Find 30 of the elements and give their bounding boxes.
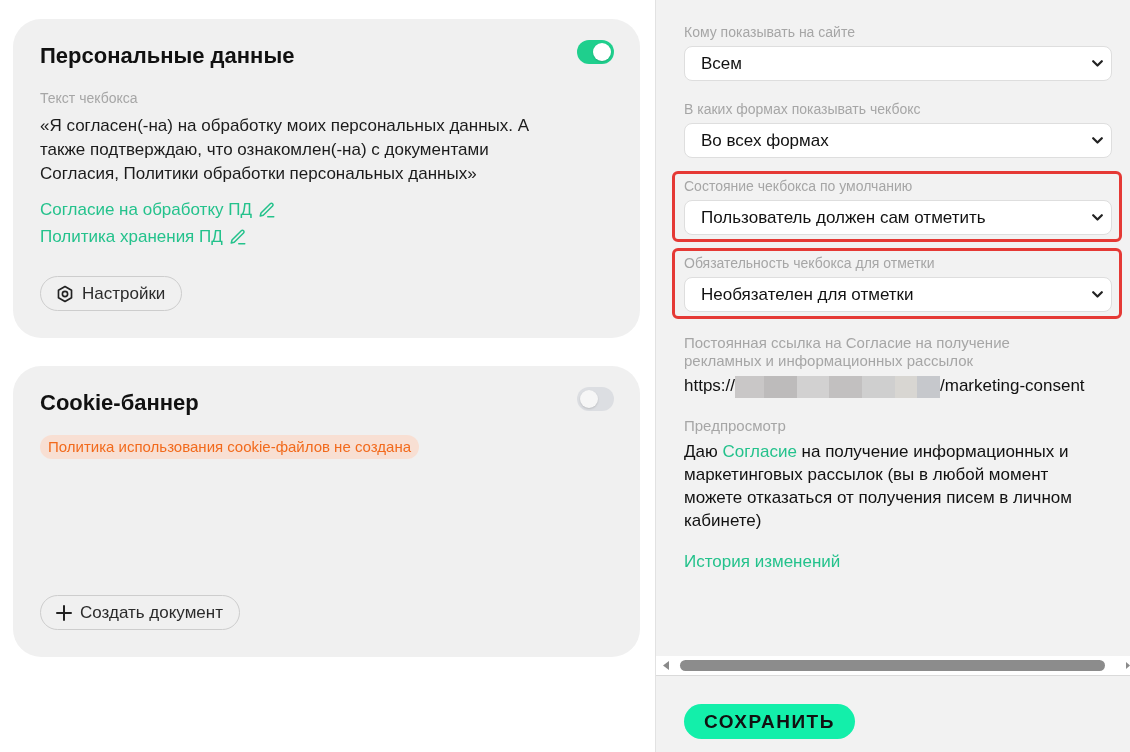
save-button[interactable]: СОХРАНИТЬ — [684, 704, 855, 739]
field-label: Предпросмотр — [684, 417, 787, 435]
toggle-switch[interactable] — [577, 40, 614, 64]
field-label: Обязательность чекбокса для отметки — [684, 255, 936, 271]
dropdown[interactable]: Пользователь должен сам отметить — [684, 200, 1112, 235]
preview-text: Даю Согласие на получение информационных и маркетинговых рассылок (вы в любой момент можете отказаться от получения писем в личном кабинете) — [684, 441, 1073, 532]
pencil-icon — [228, 227, 247, 246]
field-label: Кому показывать на сайте — [684, 24, 856, 40]
plus-icon — [56, 604, 72, 621]
chevron-down-icon — [1092, 137, 1103, 144]
toggle-switch[interactable] — [577, 387, 614, 411]
field-label: В каких формах показывать чекбокс — [684, 101, 922, 117]
field-caption: Текст чекбокса — [40, 90, 139, 106]
settings-icon — [56, 284, 74, 303]
dropdown[interactable]: Необязателен для отметки — [684, 277, 1112, 312]
chevron-down-icon — [1092, 214, 1103, 221]
dropdown[interactable]: Во всех формах — [684, 123, 1112, 158]
card-title: Персональные данные — [40, 43, 295, 69]
url-text: /marketing-consent — [940, 375, 1085, 397]
checkbox-text: «Я согласен(-на) на обработку моих персональных данных. А также подтверждаю, что ознакомлен(-на) с документами Согласия, Политики обработки персональных данных» — [40, 115, 531, 185]
chevron-down-icon — [1092, 60, 1103, 67]
warning-badge: Политика использования cookie-файлов не создана — [40, 435, 420, 459]
dropdown[interactable]: Всем — [684, 46, 1112, 81]
pencil-icon — [257, 200, 276, 219]
field-label: Постоянная ссылка на Согласие на получение рекламных и информационных рассылок — [684, 334, 1011, 370]
card-title: Cookie-баннер — [40, 390, 199, 416]
horizontal-scrollbar[interactable] — [656, 656, 1130, 675]
field-label: Состояние чекбокса по умолчанию — [684, 178, 914, 194]
chevron-down-icon — [1092, 291, 1103, 298]
url-text: https:// — [684, 375, 736, 397]
